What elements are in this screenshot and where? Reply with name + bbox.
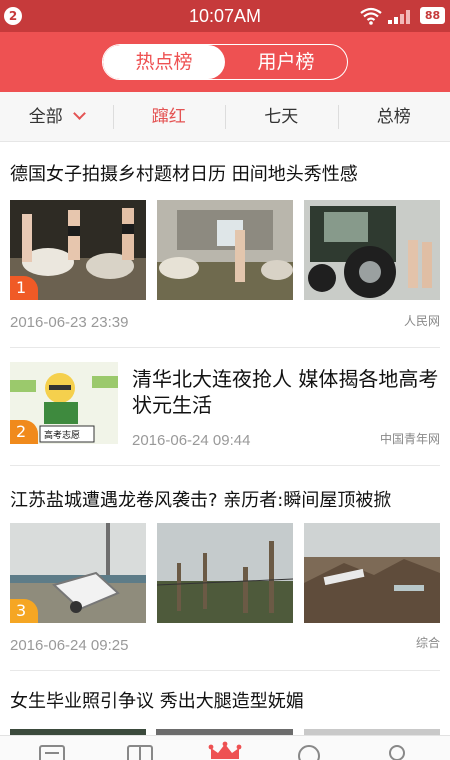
- chevron-down-icon: [72, 107, 86, 120]
- news-item[interactable]: 女生毕业照引争议 秀出大腿造型妩媚: [0, 671, 450, 735]
- battery-indicator: 88: [420, 7, 445, 24]
- news-item[interactable]: 德国女子拍摄乡村题材日历 田间地头秀性感 1 2016-06-23 23:39 …: [0, 142, 450, 347]
- book-icon[interactable]: [126, 744, 154, 760]
- filter-bar: 全部 蹿红 七天 总榜: [0, 92, 450, 142]
- news-source: 人民网: [403, 314, 440, 328]
- news-thumbnail: 1: [10, 200, 146, 300]
- rank-badge: 1: [10, 276, 38, 300]
- news-title: 江苏盐城遭遇龙卷风袭击? 亲历者:瞬间屋顶被掀: [10, 490, 392, 511]
- news-thumbnail: [304, 200, 440, 300]
- news-title: 清华北大连夜抢人 媒体揭各地高考状元生活: [132, 367, 439, 417]
- news-thumbnail: [157, 523, 293, 623]
- thumbnail-caption: 高考志愿: [44, 429, 80, 441]
- status-bar: 2 10:07AM 88: [0, 0, 450, 32]
- status-time: 10:07AM: [188, 6, 262, 26]
- news-title: 女生毕业照引争议 秀出大腿造型妩媚: [10, 691, 304, 712]
- filter-overall[interactable]: 总榜: [337, 92, 450, 141]
- news-icon[interactable]: [38, 744, 66, 760]
- profile-icon[interactable]: [384, 744, 410, 760]
- tab-user-list[interactable]: 用户榜: [225, 45, 347, 79]
- tab-hot-list[interactable]: 热点榜: [103, 45, 225, 79]
- news-thumbnail: 高考志愿 2: [10, 362, 118, 444]
- discover-icon[interactable]: [296, 744, 322, 760]
- news-date: 2016-06-24 09:25: [10, 637, 129, 654]
- rank-badge: 3: [10, 599, 38, 623]
- news-title: 德国女子拍摄乡村题材日历 田间地头秀性感: [10, 164, 358, 185]
- rank-badge: 2: [10, 420, 38, 444]
- top-bar: 热点榜 用户榜: [0, 32, 450, 92]
- ranking-switch: 热点榜 用户榜: [102, 44, 348, 80]
- bottom-tab-bar: [0, 735, 450, 760]
- filter-rising[interactable]: 蹿红: [112, 92, 226, 141]
- filter-all[interactable]: 全部: [0, 92, 113, 141]
- news-thumbnail: [157, 200, 293, 300]
- signal-icon: [388, 10, 410, 24]
- news-date: 2016-06-23 23:39: [10, 314, 129, 331]
- news-date: 2016-06-24 09:44: [132, 432, 251, 449]
- news-source: 综合: [415, 636, 440, 650]
- news-thumbnail: 3: [10, 523, 146, 623]
- news-thumbnail: [304, 523, 440, 623]
- filter-all-label: 全部: [28, 107, 63, 127]
- crown-icon[interactable]: [208, 741, 242, 760]
- wifi-icon: [360, 7, 382, 25]
- filter-seven-days[interactable]: 七天: [225, 92, 338, 141]
- news-source: 中国青年网: [379, 432, 440, 446]
- news-item[interactable]: 江苏盐城遭遇龙卷风袭击? 亲历者:瞬间屋顶被掀 3 2016-06-24 09:…: [0, 466, 450, 670]
- news-item[interactable]: 高考志愿 2 清华北大连夜抢人 媒体揭各地高考状元生活 2016-06-24 0…: [0, 348, 450, 465]
